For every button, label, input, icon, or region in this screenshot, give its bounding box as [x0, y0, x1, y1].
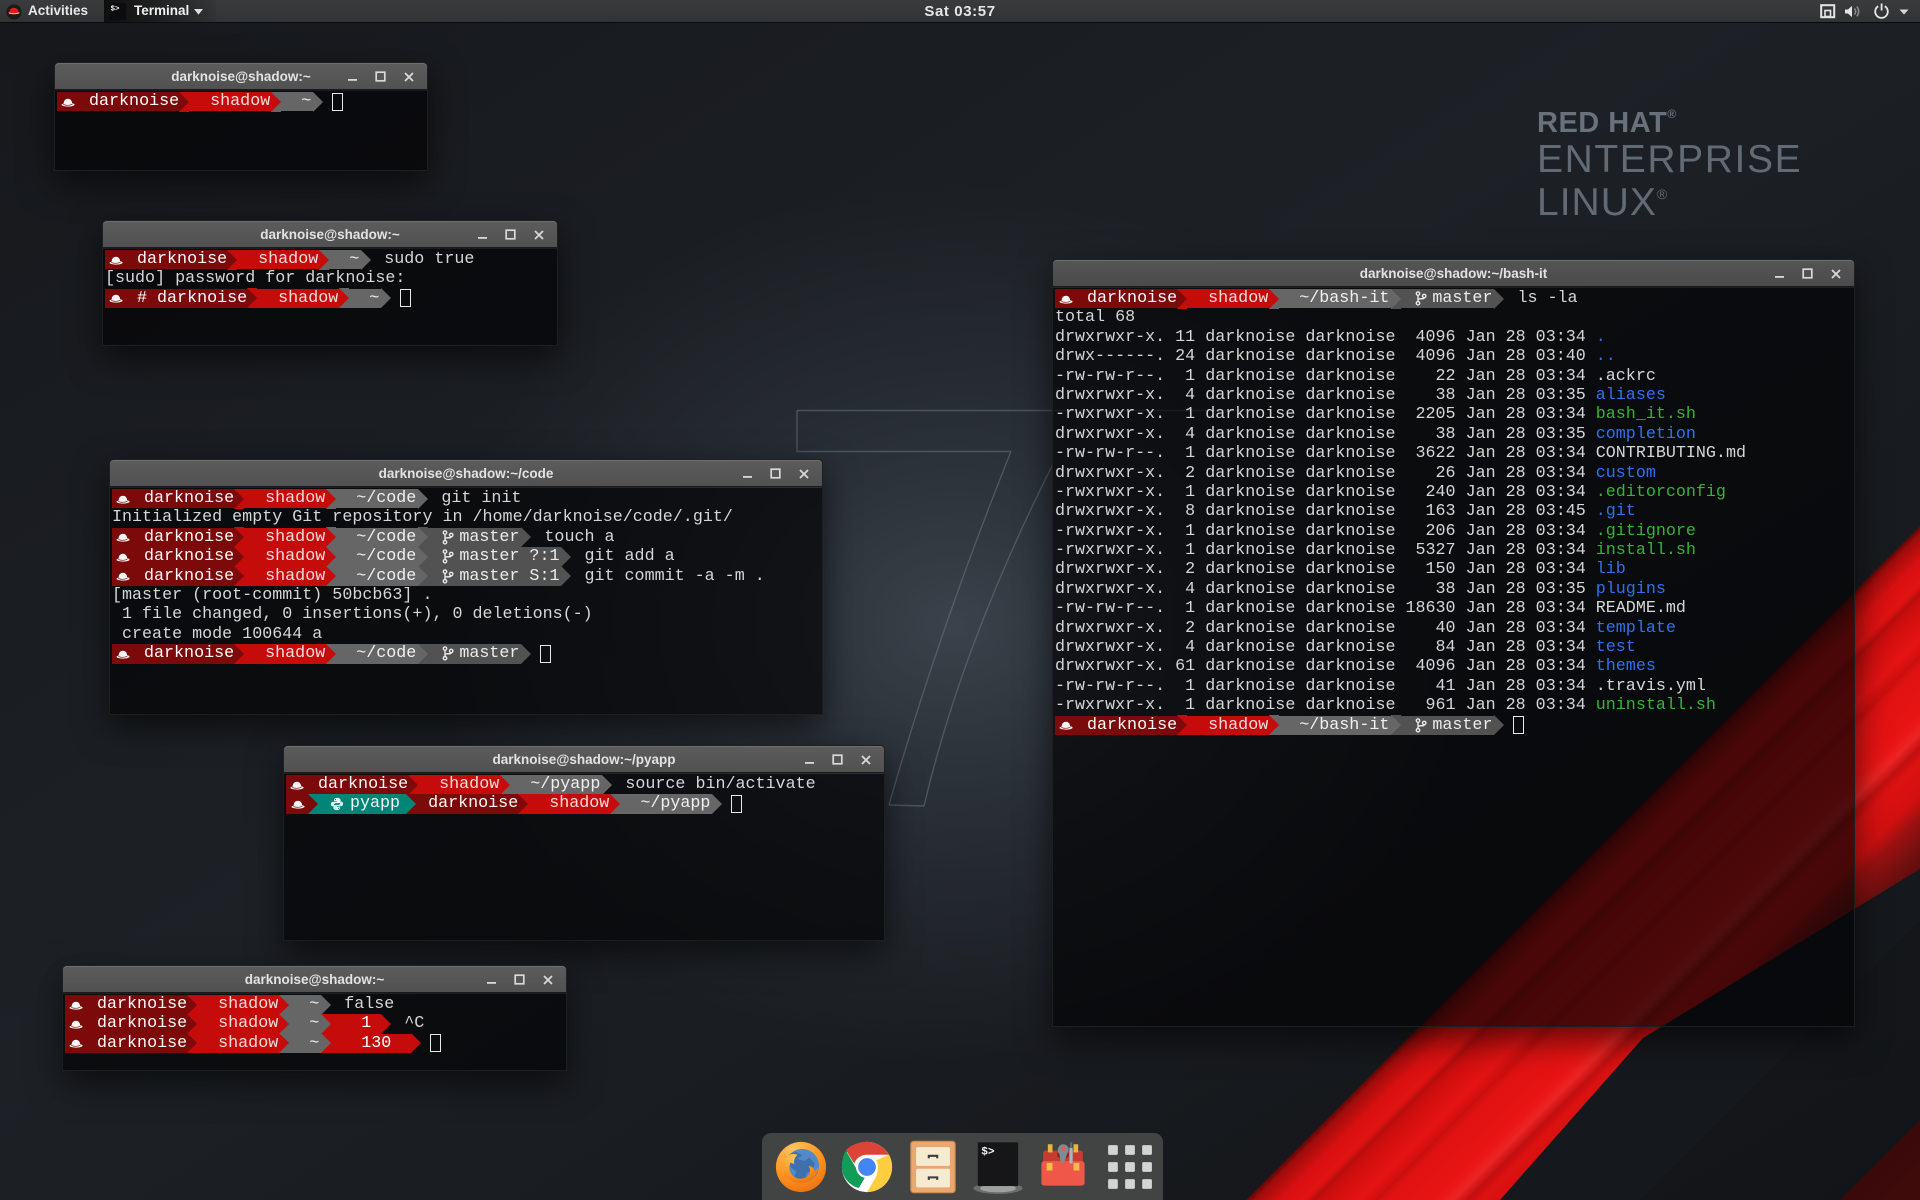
svg-text:$>: $>: [981, 1147, 995, 1159]
